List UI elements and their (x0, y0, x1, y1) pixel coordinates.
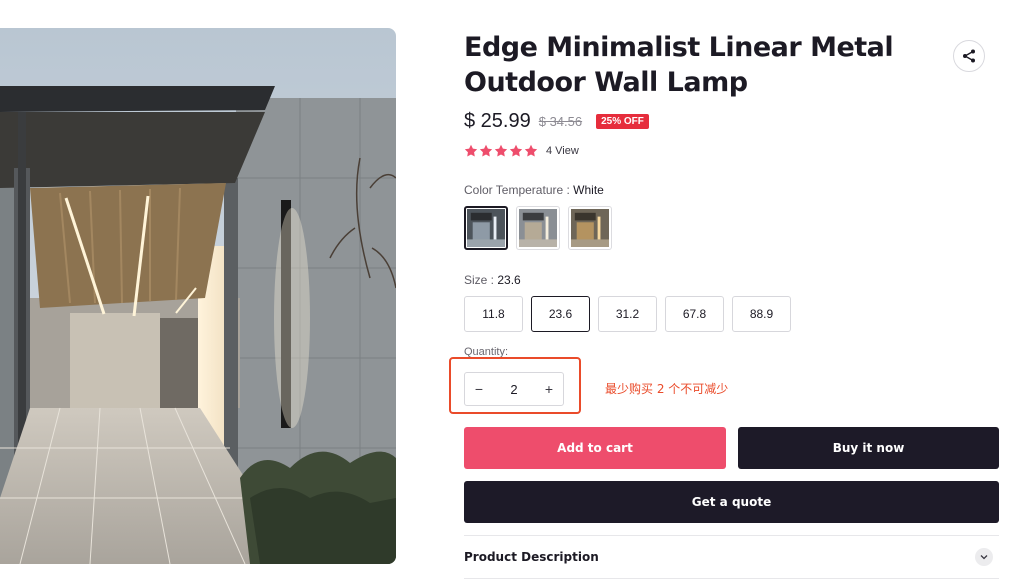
product-image[interactable] (0, 28, 396, 564)
share-button[interactable] (953, 40, 985, 72)
buy-now-button[interactable]: Buy it now (738, 427, 999, 469)
star-icon (494, 144, 508, 157)
color-swatch-neutral[interactable] (516, 206, 560, 250)
quantity-increase-button[interactable]: + (535, 373, 563, 405)
product-photo (0, 28, 396, 564)
quantity-input[interactable] (493, 373, 535, 405)
swatch-thumbnail (519, 209, 557, 247)
chevron-down-icon (975, 548, 993, 566)
size-option-23-6[interactable]: 23.6 (531, 296, 590, 332)
annotation-note: 最少购买 2 个不可减少 (605, 382, 729, 396)
star-icon (524, 144, 538, 157)
quantity-stepper: − + (464, 372, 564, 406)
size-option-11-8[interactable]: 11.8 (464, 296, 523, 332)
color-selected-value: White (573, 183, 604, 197)
swatch-thumbnail (467, 209, 505, 247)
price: $ 25.99 (464, 109, 531, 132)
star-icon (464, 144, 478, 157)
get-quote-button[interactable]: Get a quote (464, 481, 999, 523)
color-temperature-label: Color Temperature : White (464, 183, 604, 197)
swatch-thumbnail (571, 209, 609, 247)
product-description-accordion[interactable]: Product Description (464, 541, 999, 573)
size-option-31-2[interactable]: 31.2 (598, 296, 657, 332)
price-row: $ 25.99 $ 34.56 25% OFF (464, 109, 649, 133)
size-label: Size : 23.6 (464, 273, 521, 287)
color-swatches (464, 206, 612, 250)
quantity-decrease-button[interactable]: − (465, 373, 493, 405)
add-to-cart-button[interactable]: Add to cart (464, 427, 726, 469)
size-selected-value: 23.6 (497, 273, 521, 287)
compare-price: $ 34.56 (538, 113, 583, 129)
color-swatch-white[interactable] (464, 206, 508, 250)
size-option-67-8[interactable]: 67.8 (665, 296, 724, 332)
rating-row[interactable]: 4 View (464, 143, 579, 159)
product-title: Edge Minimalist Linear Metal Outdoor Wal… (464, 32, 894, 98)
color-swatch-warm[interactable] (568, 206, 612, 250)
size-options: 11.8 23.6 31.2 67.8 88.9 (464, 296, 791, 332)
product-description-title: Product Description (464, 550, 599, 564)
star-icon (479, 144, 493, 157)
share-icon (963, 49, 975, 63)
color-label-text: Color Temperature : (464, 183, 574, 197)
review-count[interactable]: 4 View (546, 145, 579, 157)
star-icon (509, 144, 523, 157)
divider (464, 535, 999, 536)
size-label-text: Size : (464, 273, 498, 287)
size-option-88-9[interactable]: 88.9 (732, 296, 791, 332)
discount-badge: 25% OFF (596, 113, 649, 129)
divider (464, 578, 999, 579)
